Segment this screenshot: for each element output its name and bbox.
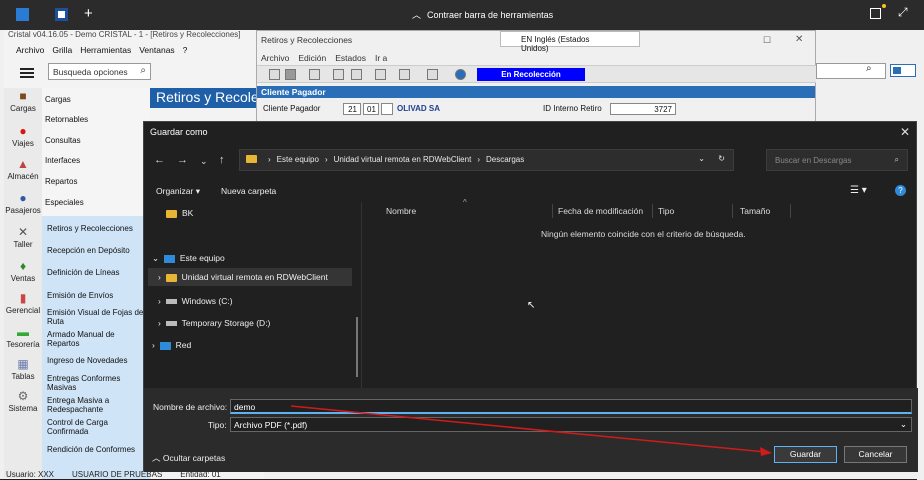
annotation-arrow: [290, 405, 772, 456]
annotation-line: [290, 405, 766, 453]
arrow-head-icon: [760, 447, 772, 456]
